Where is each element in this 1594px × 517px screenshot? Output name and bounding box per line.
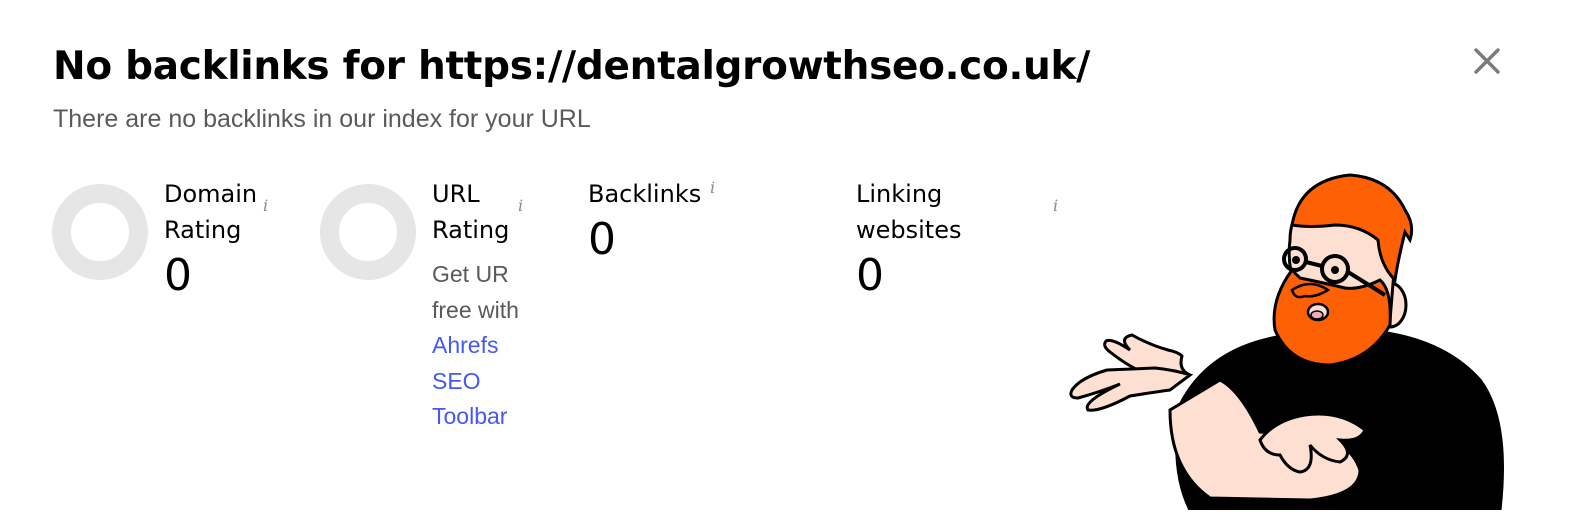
- domain-rating-info-icon[interactable]: i: [263, 196, 268, 215]
- domain-rating-label: Domain Rating: [164, 180, 258, 244]
- linking-websites-label: Linking websites: [856, 180, 962, 244]
- promo-text: Get UR free with: [432, 261, 519, 323]
- url-rating-promo: Get UR free with Ahrefs SEO Toolbar: [432, 257, 542, 435]
- url-rating-label: URL Rating: [432, 180, 510, 244]
- dialog-title: No backlinks for https://dentalgrowthseo…: [53, 44, 1091, 89]
- mascot-illustration: [1069, 173, 1504, 510]
- dialog-subtitle: There are no backlinks in our index for …: [53, 105, 591, 133]
- domain-rating-value: 0: [164, 250, 192, 301]
- ahrefs-seo-toolbar-link[interactable]: Ahrefs SEO Toolbar: [432, 332, 507, 429]
- url-rating-gauge: [320, 184, 416, 280]
- backlinks-value: 0: [588, 214, 616, 265]
- backlinks-info-icon[interactable]: i: [710, 178, 715, 197]
- linking-websites-info-icon[interactable]: i: [1053, 196, 1058, 215]
- linking-websites-value: 0: [856, 250, 884, 301]
- backlinks-label: Backlinks: [588, 180, 702, 208]
- domain-rating-gauge: [52, 184, 148, 280]
- close-icon: [1474, 48, 1500, 74]
- close-button[interactable]: [1466, 40, 1508, 82]
- url-rating-info-icon[interactable]: i: [518, 196, 523, 215]
